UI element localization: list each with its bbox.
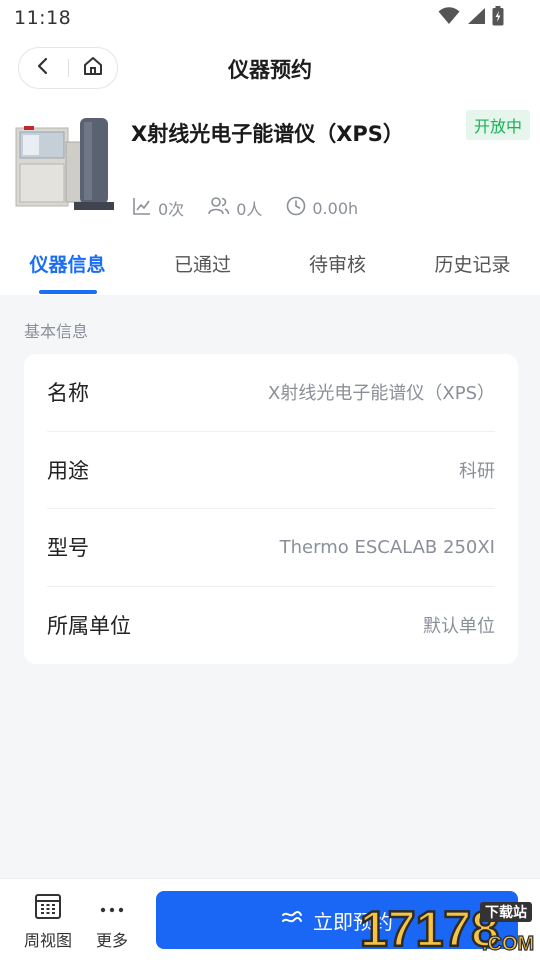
instrument-stats: 0次 0人 0.00h [132, 196, 358, 220]
tab-label: 待审核 [308, 254, 366, 276]
section-title: 基本信息 [24, 322, 89, 341]
usage-time-value: 0.00h [312, 198, 359, 218]
instrument-image [14, 118, 118, 212]
chart-icon [132, 196, 152, 220]
info-row-purpose: 用途 科研 [47, 432, 495, 509]
info-value: 科研 [459, 460, 495, 482]
tab-label: 历史记录 [434, 254, 511, 276]
info-key: 用途 [47, 458, 89, 483]
signal-icon [466, 7, 486, 29]
tab-approved[interactable]: 已通过 [135, 232, 270, 295]
status-time: 11:18 [14, 7, 72, 29]
basic-info-card: 名称 X射线光电子能谱仪（XPS） 用途 科研 型号 Thermo ESCALA… [24, 354, 518, 664]
info-key: 型号 [47, 536, 89, 561]
info-row-unit: 所属单位 默认单位 [47, 587, 495, 665]
page-title: 仪器预约 [228, 58, 312, 82]
tab-instrument-info[interactable]: 仪器信息 [0, 232, 135, 295]
calendar-icon [34, 892, 62, 924]
swap-icon [281, 908, 303, 932]
tab-bar: 仪器信息 已通过 待审核 历史记录 [0, 232, 540, 295]
battery-icon [492, 6, 504, 30]
usage-count-value: 0次 [158, 200, 185, 219]
active-tab-indicator [38, 290, 97, 294]
info-key: 所属单位 [47, 614, 131, 639]
status-icons [438, 6, 504, 30]
instrument-name: X射线光电子能谱仪（XPS） [131, 122, 404, 146]
usage-time-stat: 0.00h [286, 196, 358, 220]
more-dots-icon [100, 899, 124, 918]
info-row-name: 名称 X射线光电子能谱仪（XPS） [47, 354, 495, 432]
info-value: 默认单位 [423, 616, 495, 638]
info-value: X射线光电子能谱仪（XPS） [268, 383, 495, 405]
tab-label: 仪器信息 [29, 254, 106, 276]
tab-pending[interactable]: 待审核 [270, 232, 405, 295]
more-label: 更多 [96, 931, 129, 950]
users-icon [208, 196, 230, 220]
more-button[interactable]: 更多 [96, 893, 128, 951]
tab-history[interactable]: 历史记录 [405, 232, 540, 295]
reserve-now-label: 立即预约 [313, 909, 393, 934]
user-count-value: 0人 [236, 200, 263, 219]
user-count-stat: 0人 [208, 196, 262, 220]
usage-count-stat: 0次 [132, 196, 184, 220]
clock-icon [286, 196, 306, 220]
week-view-button[interactable]: 周视图 [24, 893, 72, 951]
status-bar: 11:18 [0, 0, 540, 36]
info-row-model: 型号 Thermo ESCALAB 250XI [47, 509, 495, 587]
tab-label: 已通过 [173, 254, 231, 276]
status-badge: 开放中 [465, 110, 530, 140]
info-key: 名称 [47, 381, 89, 406]
reserve-now-button[interactable]: 立即预约 [156, 891, 518, 949]
instrument-card[interactable]: X射线光电子能谱仪（XPS） 开放中 0次 0人 0.00h [0, 100, 540, 232]
header: 仪器预约 [0, 36, 540, 100]
bottom-action-bar: 周视图 更多 立即预约 17178 下载站 .COM [0, 878, 540, 960]
info-value: Thermo ESCALAB 250XI [279, 536, 495, 558]
wifi-icon [438, 7, 460, 29]
week-view-label: 周视图 [24, 931, 73, 950]
